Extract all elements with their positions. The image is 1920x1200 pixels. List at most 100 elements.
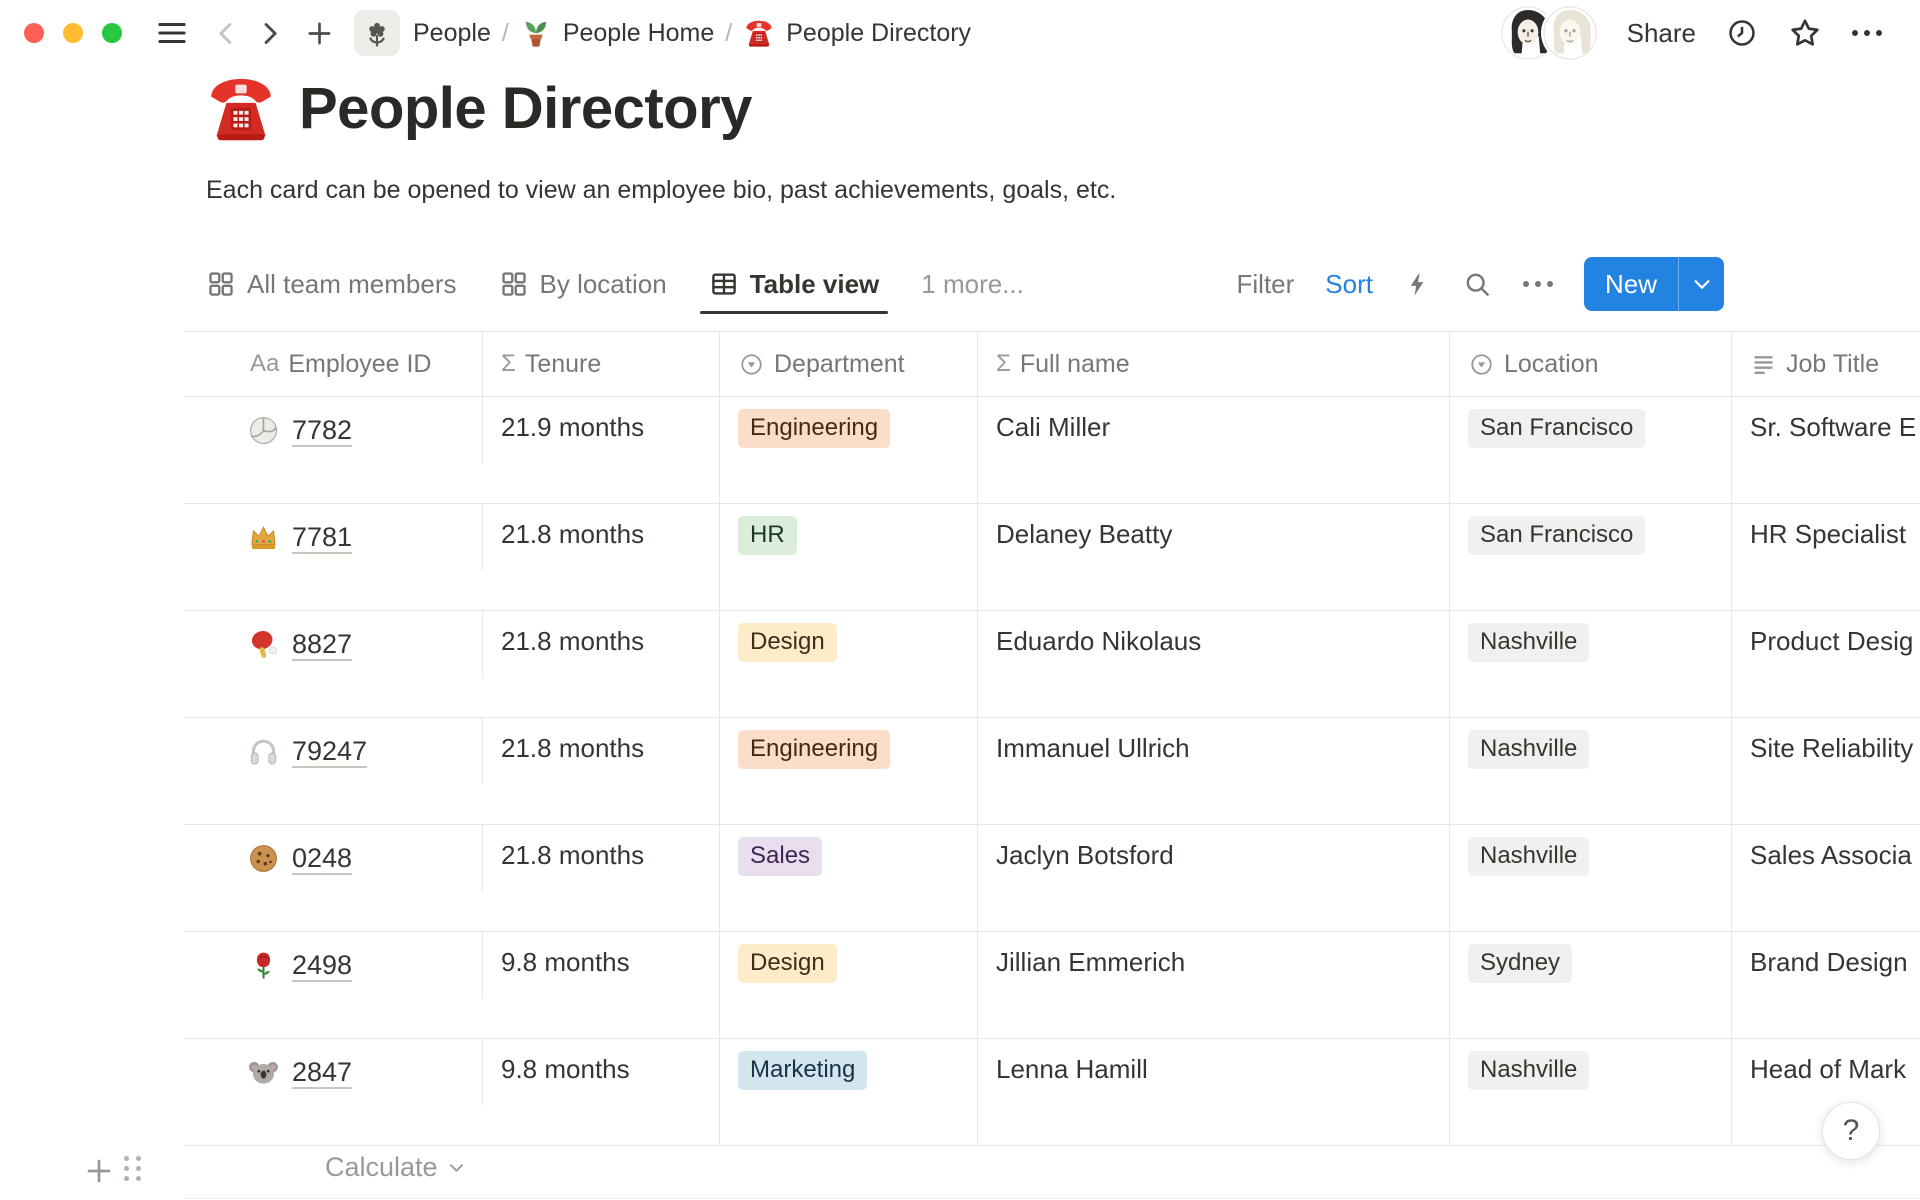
automations-button[interactable] [1404,270,1432,298]
new-button[interactable]: New [1584,257,1678,311]
tenure-cell[interactable]: 21.9 months [483,397,720,503]
employee-id-cell[interactable]: 2498 [184,932,483,998]
column-header-full-name[interactable]: Σ Full name [978,332,1450,396]
column-header-tenure[interactable]: Σ Tenure [483,332,720,396]
employee-id-cell[interactable]: 7782 [184,397,483,463]
add-row-button[interactable] [84,1156,114,1186]
full-name-cell[interactable]: Delaney Beatty [978,504,1450,610]
drag-handle[interactable] [124,1156,142,1181]
employee-id-link[interactable]: 0248 [292,843,352,874]
department-cell[interactable]: Design [720,611,978,717]
calculate-button[interactable]: Calculate [325,1152,466,1183]
view-options-button[interactable] [1523,281,1553,287]
table-row[interactable]: 0248 21.8 months Sales Jaclyn Botsford N… [184,825,1920,932]
employee-id-cell[interactable]: 7781 [184,504,483,570]
employee-id-cell[interactable]: 2847 [184,1039,483,1105]
tenure-cell[interactable]: 21.8 months [483,825,720,931]
column-header-job-title[interactable]: Job Title [1732,332,1920,396]
employee-id-cell[interactable]: 0248 [184,825,483,891]
forward-button[interactable] [256,20,283,47]
history-button[interactable] [1726,17,1758,49]
page-title[interactable]: People Directory [299,75,752,142]
text-property-icon [1750,351,1777,378]
breadcrumb-people-directory[interactable]: People Directory [786,19,971,48]
job-title-cell[interactable]: Sales Associa [1732,825,1920,931]
new-page-button[interactable] [305,19,334,48]
tenure-cell[interactable]: 21.8 months [483,718,720,824]
more-views-button[interactable]: 1 more... [921,252,1024,316]
table-row[interactable]: 7782 21.9 months Engineering Cali Miller… [184,397,1920,504]
employee-id-link[interactable]: 2498 [292,950,352,981]
page-description[interactable]: Each card can be opened to view an emplo… [206,176,1116,205]
department-cell[interactable]: Design [720,932,978,1038]
footer-divider [184,1198,1920,1199]
favorite-button[interactable] [1788,16,1822,50]
crown-icon [248,522,279,553]
employee-id-link[interactable]: 8827 [292,629,352,660]
job-title-cell[interactable]: HR Specialist [1732,504,1920,610]
full-name-cell[interactable]: Immanuel Ullrich [978,718,1450,824]
sidebar-toggle-button[interactable] [155,16,189,50]
column-header-location[interactable]: Location [1450,332,1732,396]
employee-id-link[interactable]: 2847 [292,1057,352,1088]
full-name-cell[interactable]: Jillian Emmerich [978,932,1450,1038]
close-window-button[interactable] [24,23,44,43]
collaborator-avatars[interactable] [1501,6,1597,60]
full-name-cell[interactable]: Cali Miller [978,397,1450,503]
breadcrumb-people[interactable]: People [413,19,491,48]
location-cell[interactable]: Sydney [1450,932,1732,1038]
job-title-value: Head of Mark [1750,1054,1906,1084]
tab-table-view[interactable]: Table view [709,252,880,316]
red-telephone-icon[interactable] [203,70,279,146]
tab-by-location[interactable]: By location [499,252,667,316]
tenure-cell[interactable]: 21.8 months [483,611,720,717]
department-cell[interactable]: Engineering [720,718,978,824]
job-title-cell[interactable]: Sr. Software E [1732,397,1920,503]
full-name-cell[interactable]: Lenna Hamill [978,1039,1450,1145]
table-row[interactable]: 2847 9.8 months Marketing Lenna Hamill N… [184,1039,1920,1146]
breadcrumb-people-home[interactable]: People Home [563,19,714,48]
tenure-cell[interactable]: 9.8 months [483,1039,720,1145]
table-row[interactable]: 7781 21.8 months HR Delaney Beatty San F… [184,504,1920,611]
employee-id-cell[interactable]: 8827 [184,611,483,677]
employee-id-link[interactable]: 7781 [292,522,352,553]
tab-all-team-members[interactable]: All team members [206,252,457,316]
employee-id-cell[interactable]: 79247 [184,718,483,784]
full-name-cell[interactable]: Jaclyn Botsford [978,825,1450,931]
location-cell[interactable]: San Francisco [1450,504,1732,610]
table-row[interactable]: 2498 9.8 months Design Jillian Emmerich … [184,932,1920,1039]
department-cell[interactable]: Marketing [720,1039,978,1145]
back-button[interactable] [213,20,240,47]
table-header-row: Aa Employee ID Σ Tenure Department Σ Ful… [184,331,1920,397]
minimize-window-button[interactable] [63,23,83,43]
employee-id-link[interactable]: 79247 [292,736,367,767]
help-button[interactable]: ? [1822,1102,1880,1160]
location-cell[interactable]: Nashville [1450,825,1732,931]
location-cell[interactable]: Nashville [1450,718,1732,824]
department-cell[interactable]: Engineering [720,397,978,503]
location-cell[interactable]: Nashville [1450,611,1732,717]
tenure-cell[interactable]: 21.8 months [483,504,720,610]
full-name-cell[interactable]: Eduardo Nikolaus [978,611,1450,717]
employee-id-link[interactable]: 7782 [292,415,352,446]
filter-button[interactable]: Filter [1237,269,1295,300]
more-options-button[interactable] [1852,30,1882,36]
job-title-cell[interactable]: Site Reliability [1732,718,1920,824]
avatar[interactable] [1543,6,1597,60]
location-cell[interactable]: Nashville [1450,1039,1732,1145]
new-dropdown-button[interactable] [1679,257,1724,311]
location-cell[interactable]: San Francisco [1450,397,1732,503]
department-cell[interactable]: HR [720,504,978,610]
column-header-department[interactable]: Department [720,332,978,396]
column-header-employee-id[interactable]: Aa Employee ID [184,332,483,396]
department-cell[interactable]: Sales [720,825,978,931]
sort-button[interactable]: Sort [1325,269,1373,300]
table-row[interactable]: 79247 21.8 months Engineering Immanuel U… [184,718,1920,825]
share-button[interactable]: Share [1627,18,1696,49]
zoom-window-button[interactable] [102,23,122,43]
job-title-cell[interactable]: Brand Design [1732,932,1920,1038]
job-title-cell[interactable]: Product Desig [1732,611,1920,717]
search-button[interactable] [1463,270,1492,299]
table-row[interactable]: 8827 21.8 months Design Eduardo Nikolaus… [184,611,1920,718]
tenure-cell[interactable]: 9.8 months [483,932,720,1038]
